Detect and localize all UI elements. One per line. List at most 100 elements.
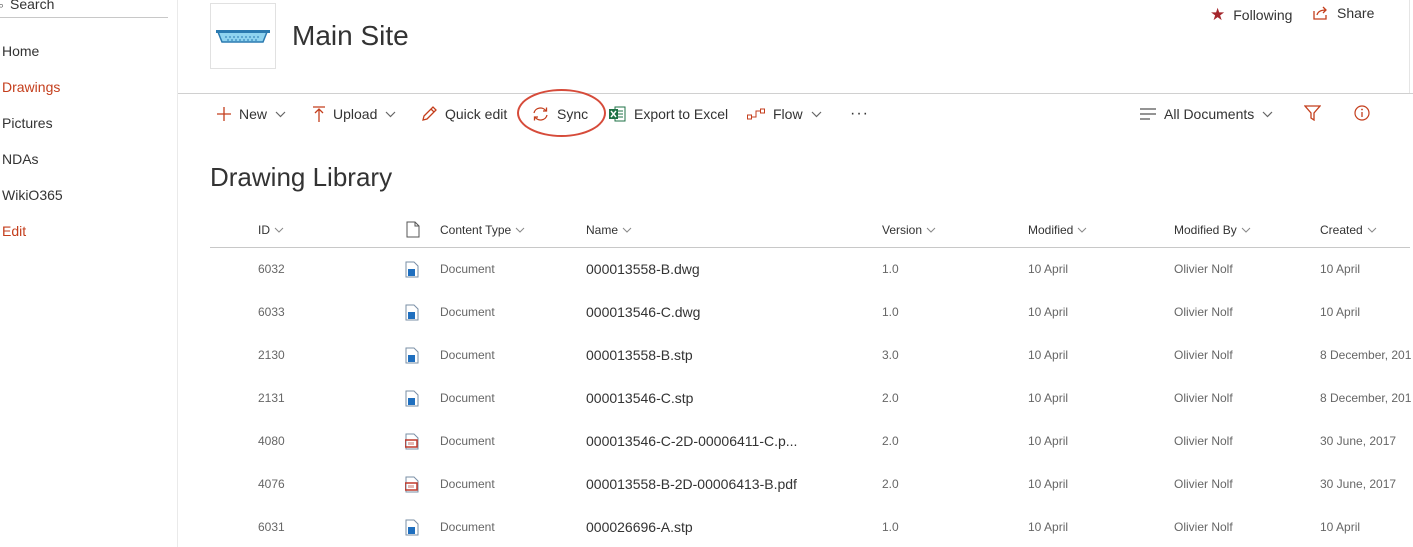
cell-created: 30 June, 2017 [1320,477,1397,491]
connector-logo-icon [216,30,270,43]
cell-modified: 10 April [1028,434,1069,448]
chevron-down-icon [385,111,396,118]
export-to-excel-button[interactable]: Export to Excel [609,104,728,124]
cell-created: 10 April [1320,305,1361,319]
chevron-down-icon [1241,227,1251,233]
chevron-down-icon [515,227,525,233]
column-header-content-type[interactable]: Content Type [440,223,525,237]
cell-id: 2131 [258,391,285,405]
more-options-button[interactable]: ··· [850,104,869,124]
nav-item-wikio365[interactable]: WikiO365 [2,187,63,203]
cell-modified: 10 April [1028,520,1069,534]
site-logo[interactable] [210,3,276,69]
cell-name[interactable]: 000026696-A.stp [586,519,693,535]
quick-edit-button[interactable]: Quick edit [421,104,507,124]
cell-name[interactable]: 000013558-B-2D-00006413-B.pdf [586,476,797,492]
stp-file-icon [405,519,419,536]
column-header-id[interactable]: ID [258,223,284,237]
table-row[interactable]: 4080 Document 000013546-C-2D-00006411-C.p.… [210,420,1410,463]
table-row[interactable]: 4076 Document 000013558-B-2D-00006413-B.pd… [210,463,1410,506]
column-header-created-label: Created [1320,223,1363,237]
cell-version: 1.0 [882,520,899,534]
cell-content-type: Document [440,305,495,319]
plus-icon [217,107,231,121]
cell-created: 8 December, 201 [1320,348,1412,362]
nav-edit-link[interactable]: Edit [2,223,26,239]
search-placeholder: Search [10,0,55,12]
nav-item-ndas[interactable]: NDAs [2,151,39,167]
quick-edit-label: Quick edit [445,106,508,122]
sync-highlight-circle [517,89,606,137]
column-header-file-type[interactable] [406,221,420,238]
cell-content-type: Document [440,434,495,448]
cell-modified-by: Olivier Nolf [1174,348,1233,362]
chevron-down-icon [274,227,284,233]
cell-content-type: Document [440,348,495,362]
cell-modified-by: Olivier Nolf [1174,520,1233,534]
flow-icon [747,108,765,120]
table-row[interactable]: 2131 Document 000013546-C.stp 2.0 10 April Ol… [210,377,1411,420]
info-button[interactable] [1354,104,1370,124]
nav-item-drawings[interactable]: Drawings [2,79,60,95]
table-row[interactable]: 6031 Document 000026696-A.stp 1.0 10 April Ol… [210,506,1410,547]
cell-name[interactable]: 000013558-B.stp [586,347,693,363]
flow-label: Flow [773,106,803,122]
pdf-file-icon [404,476,419,493]
new-button[interactable]: New [217,104,286,124]
upload-icon [313,106,325,122]
filter-icon [1303,104,1322,124]
filter-button[interactable] [1303,104,1322,124]
upload-button[interactable]: Upload [313,104,396,124]
chevron-down-icon [622,227,632,233]
cell-version: 3.0 [882,348,899,362]
cell-version: 2.0 [882,477,899,491]
cell-content-type: Document [440,262,495,276]
view-selector[interactable]: All Documents [1140,104,1273,124]
cell-modified: 10 April [1028,262,1069,276]
column-header-modified-by[interactable]: Modified By [1174,223,1251,237]
cell-name[interactable]: 000013546-C-2D-00006411-C.p... [586,433,797,449]
following-label: Following [1233,7,1293,23]
column-header-version-label: Version [882,223,923,237]
table-row[interactable]: 6032 Document 000013558-B.dwg 1.0 10 April Ol… [210,248,1410,291]
cell-id: 4076 [258,477,285,491]
cell-created: 10 April [1320,520,1361,534]
column-header-name-label: Name [586,223,619,237]
cell-version: 1.0 [882,262,899,276]
following-button[interactable]: ★ Following [1210,5,1292,25]
nav-item-home[interactable]: Home [2,43,39,59]
flow-button[interactable]: Flow [747,104,822,124]
column-header-created[interactable]: Created [1320,223,1377,237]
cell-name[interactable]: 000013546-C.dwg [586,304,700,320]
left-navigation: ⌕ Search Home Drawings Pictures NDAs Wik… [0,0,178,547]
cell-id: 6032 [258,262,285,276]
column-header-name[interactable]: Name [586,223,632,237]
cell-modified: 10 April [1028,391,1069,405]
scrollbar-edge [1409,0,1410,93]
cell-id: 6033 [258,305,285,319]
nav-item-pictures[interactable]: Pictures [2,115,53,131]
cell-id: 6031 [258,520,285,534]
search-icon: ⌕ [0,0,5,12]
cell-id: 4080 [258,434,285,448]
star-icon: ★ [1210,5,1226,24]
stp-file-icon [405,347,419,364]
cell-modified: 10 April [1028,477,1069,491]
cell-content-type: Document [440,477,495,491]
cell-name[interactable]: 000013546-C.stp [586,390,693,406]
share-button[interactable]: Share [1313,5,1374,21]
cell-version: 1.0 [882,305,899,319]
chevron-down-icon [275,111,286,118]
table-row[interactable]: 2130 Document 000013558-B.stp 3.0 10 April Ol… [210,334,1412,377]
search-box[interactable]: ⌕ Search [0,0,168,18]
cell-modified-by: Olivier Nolf [1174,391,1233,405]
table-row[interactable]: 6033 Document 000013546-C.dwg 1.0 10 April Ol… [210,291,1410,334]
chevron-down-icon [811,111,822,118]
column-header-version[interactable]: Version [882,223,936,237]
column-header-modified[interactable]: Modified [1028,223,1087,237]
cell-name[interactable]: 000013558-B.dwg [586,261,700,277]
column-header-modified-by-label: Modified By [1174,223,1237,237]
new-label: New [239,106,268,122]
chevron-down-icon [1262,111,1273,118]
cell-created: 10 April [1320,262,1361,276]
